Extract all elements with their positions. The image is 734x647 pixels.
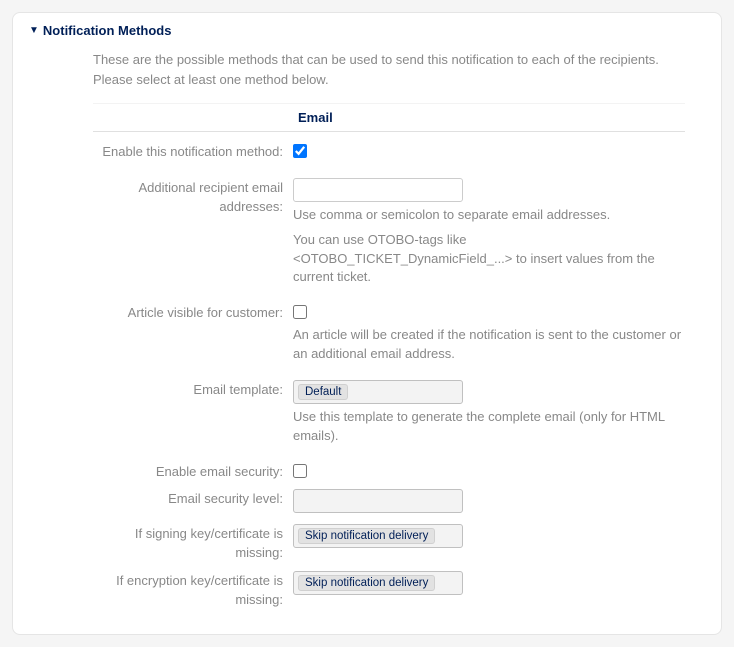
row-additional-recipients: Additional recipient email addresses: Us…	[93, 176, 685, 287]
column-email-header: Email	[298, 110, 685, 125]
additional-recipients-help1: Use comma or semicolon to separate email…	[293, 206, 685, 225]
panel-header[interactable]: ▼ Notification Methods	[29, 23, 705, 38]
panel-intro: These are the possible methods that can …	[93, 50, 685, 89]
additional-recipients-help2: You can use OTOBO-tags like <OTOBO_TICKE…	[293, 231, 685, 288]
row-security-level: Email security level:	[93, 487, 685, 516]
signing-missing-chip: Skip notification delivery	[298, 528, 435, 544]
article-visible-help: An article will be created if the notifi…	[293, 326, 685, 364]
enable-method-label: Enable this notification method:	[93, 140, 293, 162]
caret-down-icon: ▼	[29, 25, 39, 36]
row-enable-method: Enable this notification method:	[93, 140, 685, 162]
security-level-select[interactable]	[293, 489, 463, 513]
article-visible-checkbox[interactable]	[293, 305, 307, 319]
signing-missing-label: If signing key/certificate is missing:	[93, 522, 293, 563]
column-header-row: Email	[93, 103, 685, 132]
additional-recipients-label: Additional recipient email addresses:	[93, 176, 293, 287]
additional-recipients-input[interactable]	[293, 178, 463, 202]
security-level-label: Email security level:	[93, 487, 293, 516]
row-enable-security: Enable email security:	[93, 460, 685, 482]
enable-security-checkbox[interactable]	[293, 464, 307, 478]
encryption-missing-chip: Skip notification delivery	[298, 575, 435, 591]
row-article-visible: Article visible for customer: An article…	[93, 301, 685, 364]
email-template-chip: Default	[298, 384, 348, 400]
panel-title: Notification Methods	[43, 23, 172, 38]
encryption-missing-label: If encryption key/certificate is missing…	[93, 569, 293, 610]
notification-methods-panel: ▼ Notification Methods These are the pos…	[12, 12, 722, 635]
row-signing-missing: If signing key/certificate is missing: S…	[93, 522, 685, 563]
article-visible-label: Article visible for customer:	[93, 301, 293, 364]
row-email-template: Email template: Default Use this templat…	[93, 378, 685, 446]
email-template-label: Email template:	[93, 378, 293, 446]
enable-security-label: Enable email security:	[93, 460, 293, 482]
encryption-missing-select[interactable]: Skip notification delivery	[293, 571, 463, 595]
email-template-help: Use this template to generate the comple…	[293, 408, 685, 446]
email-template-select[interactable]: Default	[293, 380, 463, 404]
signing-missing-select[interactable]: Skip notification delivery	[293, 524, 463, 548]
row-encryption-missing: If encryption key/certificate is missing…	[93, 569, 685, 610]
enable-method-checkbox[interactable]	[293, 144, 307, 158]
